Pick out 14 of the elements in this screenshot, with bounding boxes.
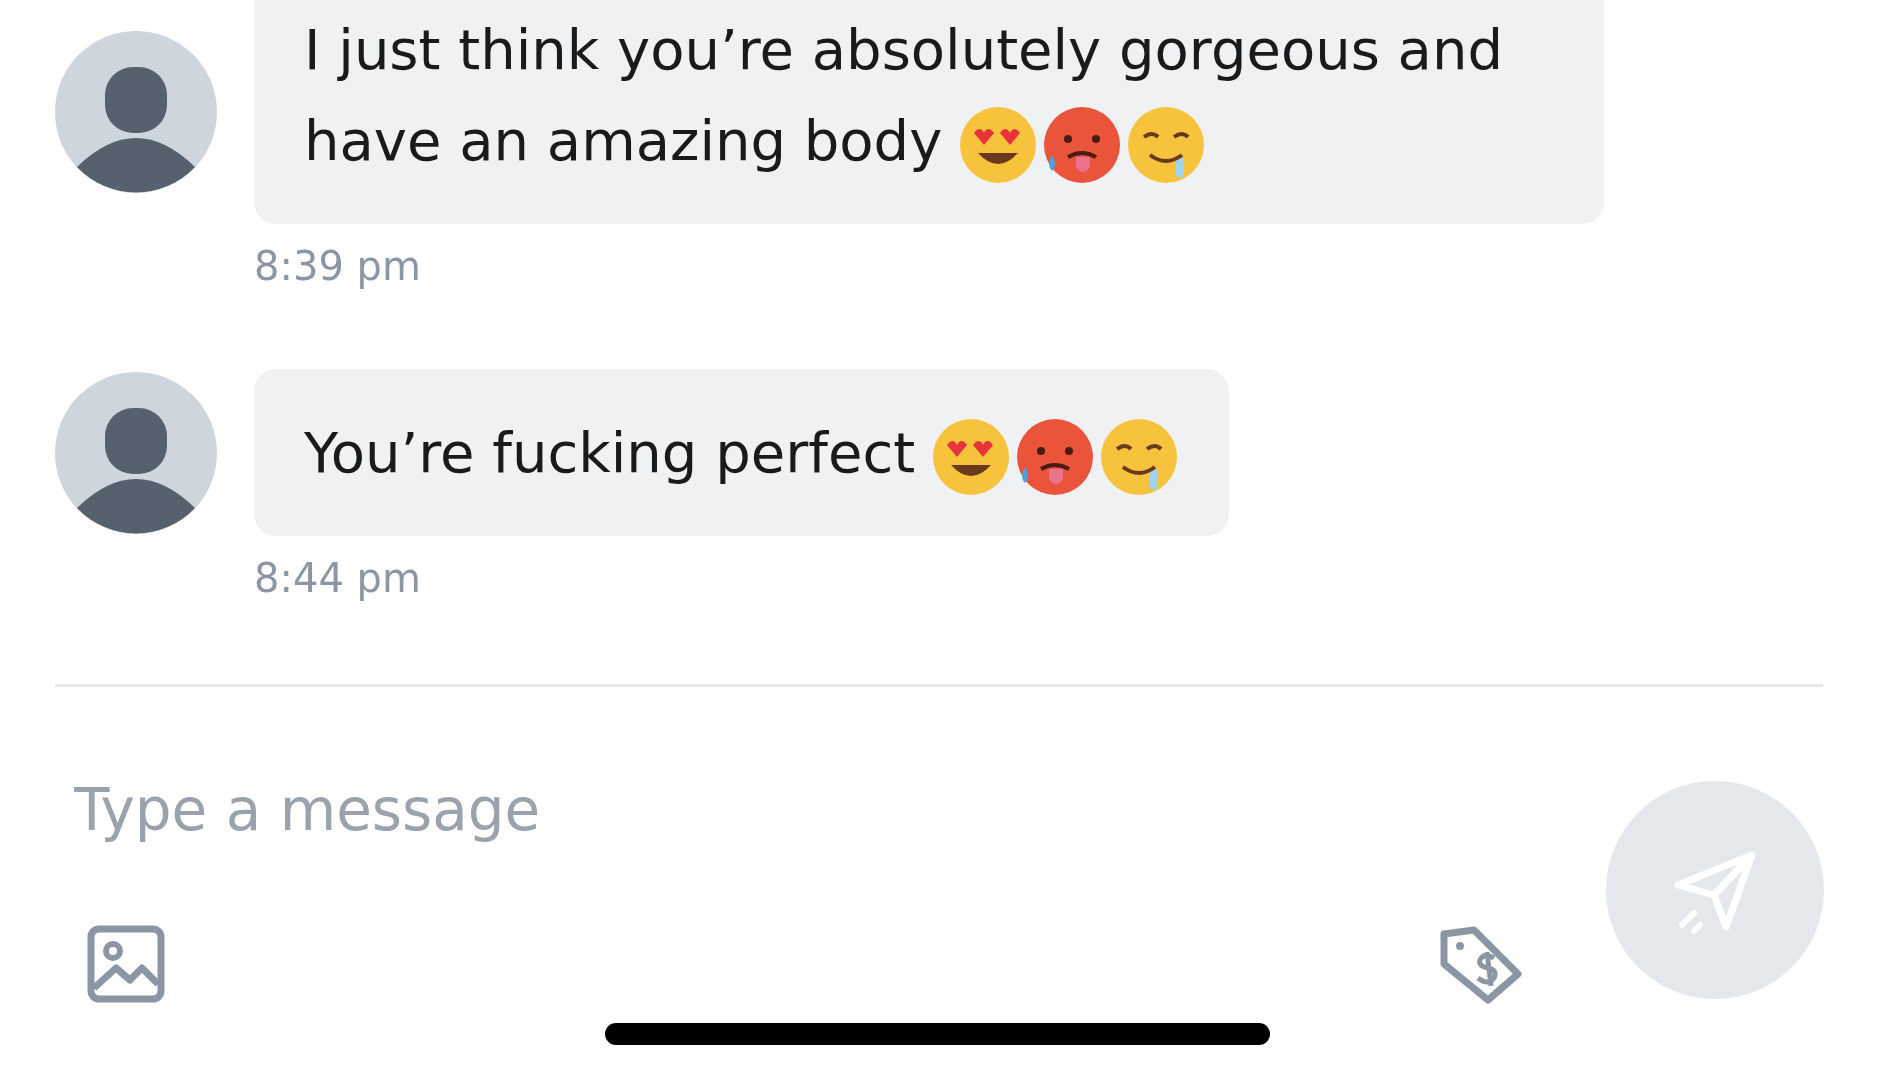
message-bubble: I just think you’re absolutely gorgeous and have an amazing body [254, 0, 1604, 224]
image-icon[interactable] [86, 924, 166, 1004]
hot-face-emoji-icon [1015, 416, 1096, 497]
avatar-icon [55, 371, 217, 534]
drooling-emoji-icon [1126, 104, 1207, 185]
drooling-emoji-icon [1099, 416, 1180, 497]
heart-eyes-emoji-icon [958, 104, 1039, 185]
heart-eyes-emoji-icon [931, 416, 1012, 497]
message-time: 8:39 pm [254, 242, 422, 290]
hot-face-emoji-icon [1042, 104, 1123, 185]
message-time: 8:44 pm [254, 554, 422, 602]
message-input[interactable]: Type a message [74, 760, 1606, 860]
message-bubble: You’re fucking perfect [254, 369, 1230, 536]
avatar-icon [55, 31, 217, 193]
